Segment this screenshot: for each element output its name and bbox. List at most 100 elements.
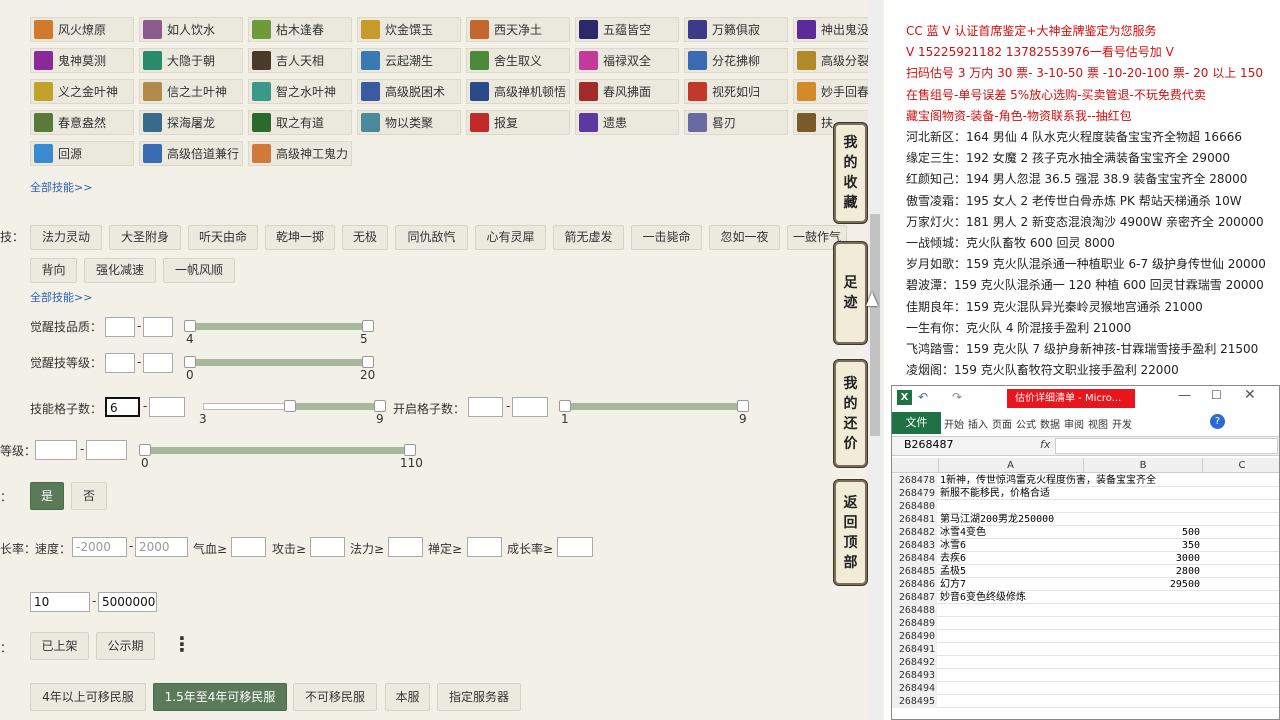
all-skills-link[interactable]: 全部技能>> xyxy=(30,179,92,195)
special-skill-option[interactable]: 心有灵犀 xyxy=(475,225,546,250)
skill-option[interactable]: 高级分裂 xyxy=(793,48,868,73)
server-tag-option[interactable]: 不可移民服 xyxy=(293,683,377,711)
skill-option[interactable]: 取之有道 xyxy=(248,110,352,135)
page-scrollbar[interactable] xyxy=(868,0,882,720)
special-skill-option[interactable]: 一帆风顺 xyxy=(163,258,235,283)
cell-b[interactable]: 29500 xyxy=(1083,578,1200,591)
column-header[interactable]: A xyxy=(938,458,1082,473)
cell-b[interactable]: 350 xyxy=(1083,539,1200,552)
cell-a[interactable]: 孟极5 xyxy=(940,565,966,578)
skill-option[interactable]: 风火燎原 xyxy=(30,17,134,42)
awake-level-slider-min-handle[interactable] xyxy=(184,356,196,368)
skill-option[interactable]: 探海屠龙 xyxy=(139,110,243,135)
skill-option[interactable]: 智之水叶神 xyxy=(248,79,352,104)
listed-button[interactable]: 已上架 xyxy=(30,632,89,660)
special-skill-option[interactable]: 乾坤一掷 xyxy=(265,225,335,250)
slots-slider-min-handle[interactable] xyxy=(284,400,296,412)
level-min-input[interactable] xyxy=(35,440,77,460)
open-slots-slider-min-handle[interactable] xyxy=(559,400,571,412)
open-slots-slider-max-handle[interactable] xyxy=(737,400,749,412)
row-number[interactable]: 268485 xyxy=(892,565,937,578)
row-number[interactable]: 268483 xyxy=(892,539,937,552)
ribbon-tab[interactable]: 页面 xyxy=(992,416,1012,431)
skill-option[interactable]: 万籁俱寂 xyxy=(684,17,788,42)
awake-quality-max-input[interactable] xyxy=(143,317,173,337)
slots-min-input[interactable]: 6 xyxy=(105,397,140,417)
row-number[interactable]: 268479 xyxy=(892,487,937,500)
price-max-input[interactable]: 5000000 xyxy=(98,592,157,612)
fali-input[interactable] xyxy=(388,537,423,557)
cell-a[interactable]: 去疾6 xyxy=(940,552,966,565)
row-number[interactable]: 268490 xyxy=(892,630,937,643)
speed-min-input[interactable]: -2000 xyxy=(72,537,127,557)
special-skill-option[interactable]: 无极 xyxy=(342,225,388,250)
open-slots-slider-track[interactable] xyxy=(565,403,743,410)
awake-quality-min-input[interactable] xyxy=(105,317,135,337)
row-number[interactable]: 268494 xyxy=(892,682,937,695)
skill-option[interactable]: 大隐于朝 xyxy=(139,48,243,73)
column-header[interactable]: B xyxy=(1083,458,1202,473)
row-number[interactable]: 268495 xyxy=(892,695,937,708)
close-button[interactable]: ✕ xyxy=(1244,387,1256,403)
all-special-skills-link[interactable]: 全部技能>> xyxy=(30,289,92,305)
server-tag-option[interactable]: 1.5年至4年可移民服 xyxy=(153,683,287,711)
ribbon-tab[interactable]: 插入 xyxy=(968,416,988,431)
row-number[interactable]: 268488 xyxy=(892,604,937,617)
file-tab[interactable]: 文件 xyxy=(892,412,941,434)
skill-option[interactable]: 晷刃 xyxy=(684,110,788,135)
row-number[interactable]: 268486 xyxy=(892,578,937,591)
skill-option[interactable]: 西天净土 xyxy=(466,17,570,42)
skill-option[interactable]: 春意盎然 xyxy=(30,110,134,135)
minimize-button[interactable]: — xyxy=(1178,388,1191,403)
skill-option[interactable]: 枯木逢春 xyxy=(248,17,352,42)
special-skill-option[interactable]: 背向 xyxy=(30,258,77,283)
yes-button[interactable]: 是 xyxy=(30,482,64,510)
level-slider-track[interactable] xyxy=(145,447,410,454)
special-skill-option[interactable]: 同仇敌忾 xyxy=(395,225,468,250)
ribbon-tab[interactable]: 开始 xyxy=(944,416,964,431)
cell-b[interactable]: 500 xyxy=(1083,526,1200,539)
help-icon[interactable]: ? xyxy=(1210,414,1225,429)
skill-option[interactable]: 如人饮水 xyxy=(139,17,243,42)
awake-quality-slider-track[interactable] xyxy=(190,323,368,330)
ribbon-tab[interactable]: 数据 xyxy=(1040,416,1060,431)
skill-option[interactable]: 神出鬼没 xyxy=(793,17,868,42)
skill-option[interactable]: 义之金叶神 xyxy=(30,79,134,104)
server-tag-option[interactable]: 本服 xyxy=(385,683,430,711)
skill-option[interactable]: 福禄双全 xyxy=(575,48,679,73)
undo-icon[interactable]: ↶ xyxy=(918,390,928,404)
my-offers-tab[interactable]: 我的还价 xyxy=(834,360,867,467)
special-skill-option[interactable]: 箭无虚发 xyxy=(553,225,624,250)
row-number[interactable]: 268480 xyxy=(892,500,937,513)
skill-option[interactable]: 云起潮生 xyxy=(357,48,461,73)
chengzhang-input[interactable] xyxy=(557,537,593,557)
special-skill-option[interactable]: 大圣附身 xyxy=(109,225,181,250)
scrollbar-thumb[interactable] xyxy=(870,214,880,436)
awake-level-slider-max-handle[interactable] xyxy=(362,356,374,368)
slots-slider-max-handle[interactable] xyxy=(374,400,386,412)
open-slots-max-input[interactable] xyxy=(512,397,548,417)
ribbon-tab[interactable]: 视图 xyxy=(1088,416,1108,431)
name-box[interactable]: B268487 xyxy=(904,438,954,451)
cell-a[interactable]: 幻方7 xyxy=(940,578,966,591)
server-tag-option[interactable]: 指定服务器 xyxy=(437,683,521,711)
open-slots-min-input[interactable] xyxy=(468,397,503,417)
maximize-button[interactable]: ☐ xyxy=(1211,388,1222,402)
row-number[interactable]: 268484 xyxy=(892,552,937,565)
row-number[interactable]: 268493 xyxy=(892,669,937,682)
skill-option[interactable]: 物以类聚 xyxy=(357,110,461,135)
row-number[interactable]: 268491 xyxy=(892,643,937,656)
skill-option[interactable]: 高级禅机顿悟 xyxy=(466,79,570,104)
awake-level-max-input[interactable] xyxy=(143,353,173,373)
back-to-top-tab[interactable]: 返回顶部 xyxy=(834,480,867,585)
skill-option[interactable]: 视死如归 xyxy=(684,79,788,104)
level-slider-max-handle[interactable] xyxy=(404,444,416,456)
special-skill-option[interactable]: 强化减速 xyxy=(84,258,156,283)
skill-option[interactable]: 遗患 xyxy=(575,110,679,135)
special-skill-option[interactable]: 听天由命 xyxy=(188,225,258,250)
cell-b[interactable]: 2800 xyxy=(1083,565,1200,578)
row-number[interactable]: 268481 xyxy=(892,513,937,526)
skill-option[interactable]: 炊金馔玉 xyxy=(357,17,461,42)
skill-option[interactable]: 五蕴皆空 xyxy=(575,17,679,42)
history-tab[interactable]: 足迹 xyxy=(834,242,867,344)
